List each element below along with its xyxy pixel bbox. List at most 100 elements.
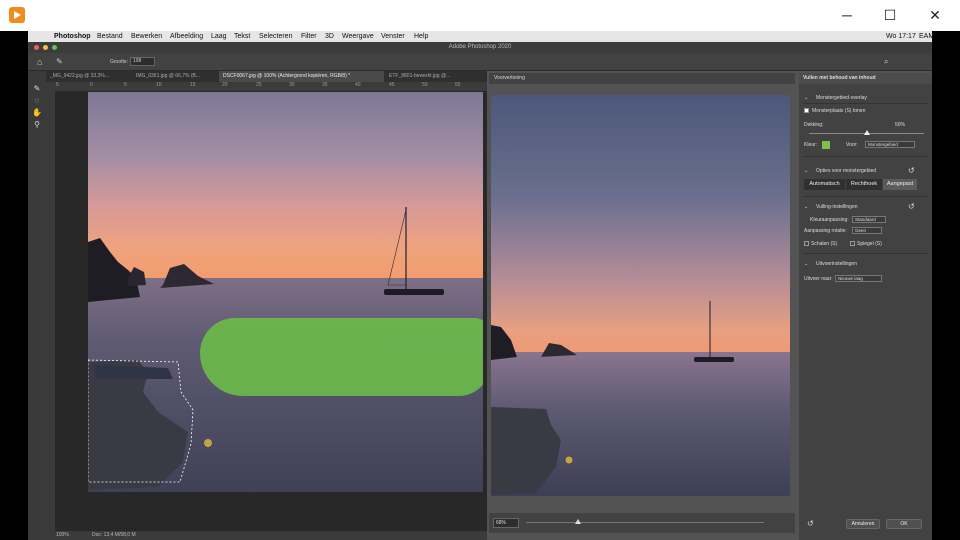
fill-area-overlay[interactable]	[200, 318, 483, 396]
preview-buoy	[565, 456, 573, 464]
minimize-button[interactable]: ─	[832, 4, 862, 26]
seg-automatisch[interactable]: Automatisch	[804, 179, 845, 190]
maximize-button[interactable]: ☐	[875, 4, 905, 26]
tab-etf8801[interactable]: ETF_8801-bewerkt.jpg @...	[385, 71, 487, 82]
scale-label: Schalen (S)	[811, 241, 838, 247]
preview-sailboat	[694, 357, 734, 362]
cancel-button[interactable]: Annuleren	[846, 519, 880, 529]
menu-3d[interactable]: 3D	[325, 31, 334, 42]
boat-selection	[88, 359, 194, 490]
lasso-tool-icon[interactable]: ◌	[31, 96, 43, 106]
menubar-trailing: EAM	[919, 33, 935, 40]
opacity-value[interactable]: 50%	[895, 122, 905, 128]
app-icon	[9, 7, 25, 23]
color-adapt-select[interactable]: Standaard	[852, 216, 886, 223]
sailboat-rigging	[387, 209, 407, 286]
output-select[interactable]: Nieuwe laag	[835, 275, 882, 282]
rotation-label: Aanpassing rotatie:	[804, 228, 847, 234]
host-window-bar: ─ ☐ ✕	[0, 0, 960, 31]
clock: Wo 17:17	[886, 33, 916, 40]
window-titlebar: Adobe Photoshop 2020	[28, 42, 932, 53]
brush-icon[interactable]: ✎	[56, 57, 63, 66]
reset-all-icon[interactable]: ↺	[807, 519, 814, 528]
sample-options-section[interactable]: Opties voor monstergebied	[816, 168, 876, 174]
zoom-tool-icon[interactable]: ⚲	[31, 120, 43, 130]
tab-img0361[interactable]: IMG_0361.jpg @ 66,7% (B...	[132, 71, 218, 82]
show-sample-checkbox[interactable]	[804, 108, 809, 113]
seg-aangepast[interactable]: Aangepast	[883, 179, 917, 190]
preview-zoom-input[interactable]: 68%	[493, 518, 519, 528]
size-input[interactable]: 198	[130, 57, 155, 66]
menu-laag[interactable]: Laag	[211, 31, 227, 42]
menu-selecteren[interactable]: Selecteren	[259, 31, 292, 42]
divider	[803, 156, 928, 157]
output-section[interactable]: Uitvoerinstellingen	[816, 261, 857, 267]
hand-tool-icon[interactable]: ✋	[31, 108, 43, 118]
ruler-tick: 45	[389, 82, 395, 88]
menu-weergave[interactable]: Weergave	[342, 31, 374, 42]
preview-cliff	[491, 325, 517, 360]
reset-icon[interactable]: ↺	[908, 202, 915, 211]
chevron-down-icon[interactable]: ⌄	[804, 204, 808, 210]
for-label: Voor:	[846, 142, 858, 148]
options-bar: ⌂ ✎ Grootte: 198 ⌕	[28, 53, 932, 71]
window-title: Adobe Photoshop 2020	[448, 44, 512, 50]
fill-settings-section[interactable]: Vulling-instellingen	[816, 204, 858, 210]
zoom-dot[interactable]	[52, 45, 57, 50]
ruler-tick: 0	[90, 82, 93, 88]
canvas-area[interactable]	[55, 91, 487, 531]
motorboat	[88, 360, 188, 490]
menu-bewerken[interactable]: Bewerken	[131, 31, 162, 42]
menu-photoshop[interactable]: Photoshop	[54, 31, 91, 42]
search-icon[interactable]: ⌕	[884, 57, 888, 67]
menu-afbeelding[interactable]: Afbeelding	[170, 31, 203, 42]
divider	[803, 103, 928, 104]
horizontal-ruler: 5 0 5 10 15 20 25 30 35 40 45 50 55	[46, 82, 487, 91]
rotation-select[interactable]: Geen	[852, 227, 882, 234]
menu-bestand[interactable]: Bestand	[97, 31, 123, 42]
menu-venster[interactable]: Venster	[381, 31, 405, 42]
patch-tool-icon[interactable]: ✎	[31, 84, 43, 94]
mirror-checkbox[interactable]	[850, 241, 855, 246]
ruler-tick: 35	[322, 82, 328, 88]
preview-zoom-slider[interactable]	[575, 519, 582, 524]
tab-mg9422[interactable]: _MG_9422.jpg @ 33,3%...	[46, 71, 131, 82]
cliff-left	[88, 238, 140, 302]
ruler-tick: 50	[422, 82, 428, 88]
preview-image[interactable]	[491, 95, 790, 496]
ruler-tick: 25	[256, 82, 262, 88]
opacity-label: Dekking:	[804, 122, 824, 128]
menu-tekst[interactable]: Tekst	[234, 31, 250, 42]
buoy	[204, 439, 212, 447]
color-swatch[interactable]	[822, 141, 830, 149]
output-label: Uitvoer naar:	[804, 276, 833, 282]
home-icon[interactable]: ⌂	[37, 57, 42, 67]
preview-zoom-track[interactable]	[526, 522, 764, 523]
content-aware-fill-panel: Vullen met behoud van inhoud ⌄ Monsterge…	[799, 73, 932, 540]
close-button[interactable]: ✕	[920, 4, 950, 26]
close-dot[interactable]	[34, 45, 39, 50]
divider	[803, 196, 928, 197]
for-select[interactable]: Monstergebied	[865, 141, 915, 148]
chevron-down-icon[interactable]: ⌄	[804, 168, 808, 174]
chevron-down-icon[interactable]: ⌄	[804, 261, 808, 267]
motorboat-canopy	[94, 365, 173, 379]
color-adapt-label: Kleuraanpassing:	[810, 217, 849, 223]
menu-help[interactable]: Help	[414, 31, 428, 42]
status-zoom[interactable]: 100%	[56, 531, 69, 540]
reset-icon[interactable]: ↺	[908, 166, 915, 175]
document-image[interactable]	[88, 92, 483, 492]
chevron-down-icon[interactable]: ⌄	[804, 95, 808, 101]
preview-motorboat	[491, 407, 561, 495]
scale-checkbox[interactable]	[804, 241, 809, 246]
panel-title: Vullen met behoud van inhoud	[799, 73, 932, 84]
overlay-section[interactable]: Monstergebied-overlay	[816, 95, 867, 101]
ruler-tick: 5	[124, 82, 127, 88]
seg-rechthoek[interactable]: Rechthoek	[846, 179, 882, 190]
ok-button[interactable]: OK	[886, 519, 922, 529]
tab-dscf0067[interactable]: DSCF0067.jpg @ 100% (Achtergrond kopiëre…	[219, 71, 384, 82]
opacity-slider[interactable]	[863, 130, 870, 135]
minimize-dot[interactable]	[43, 45, 48, 50]
menu-filter[interactable]: Filter	[301, 31, 317, 42]
photoshop-window: Adobe Photoshop 2020 ⌂ ✎ Grootte: 198 ⌕ …	[28, 42, 932, 540]
